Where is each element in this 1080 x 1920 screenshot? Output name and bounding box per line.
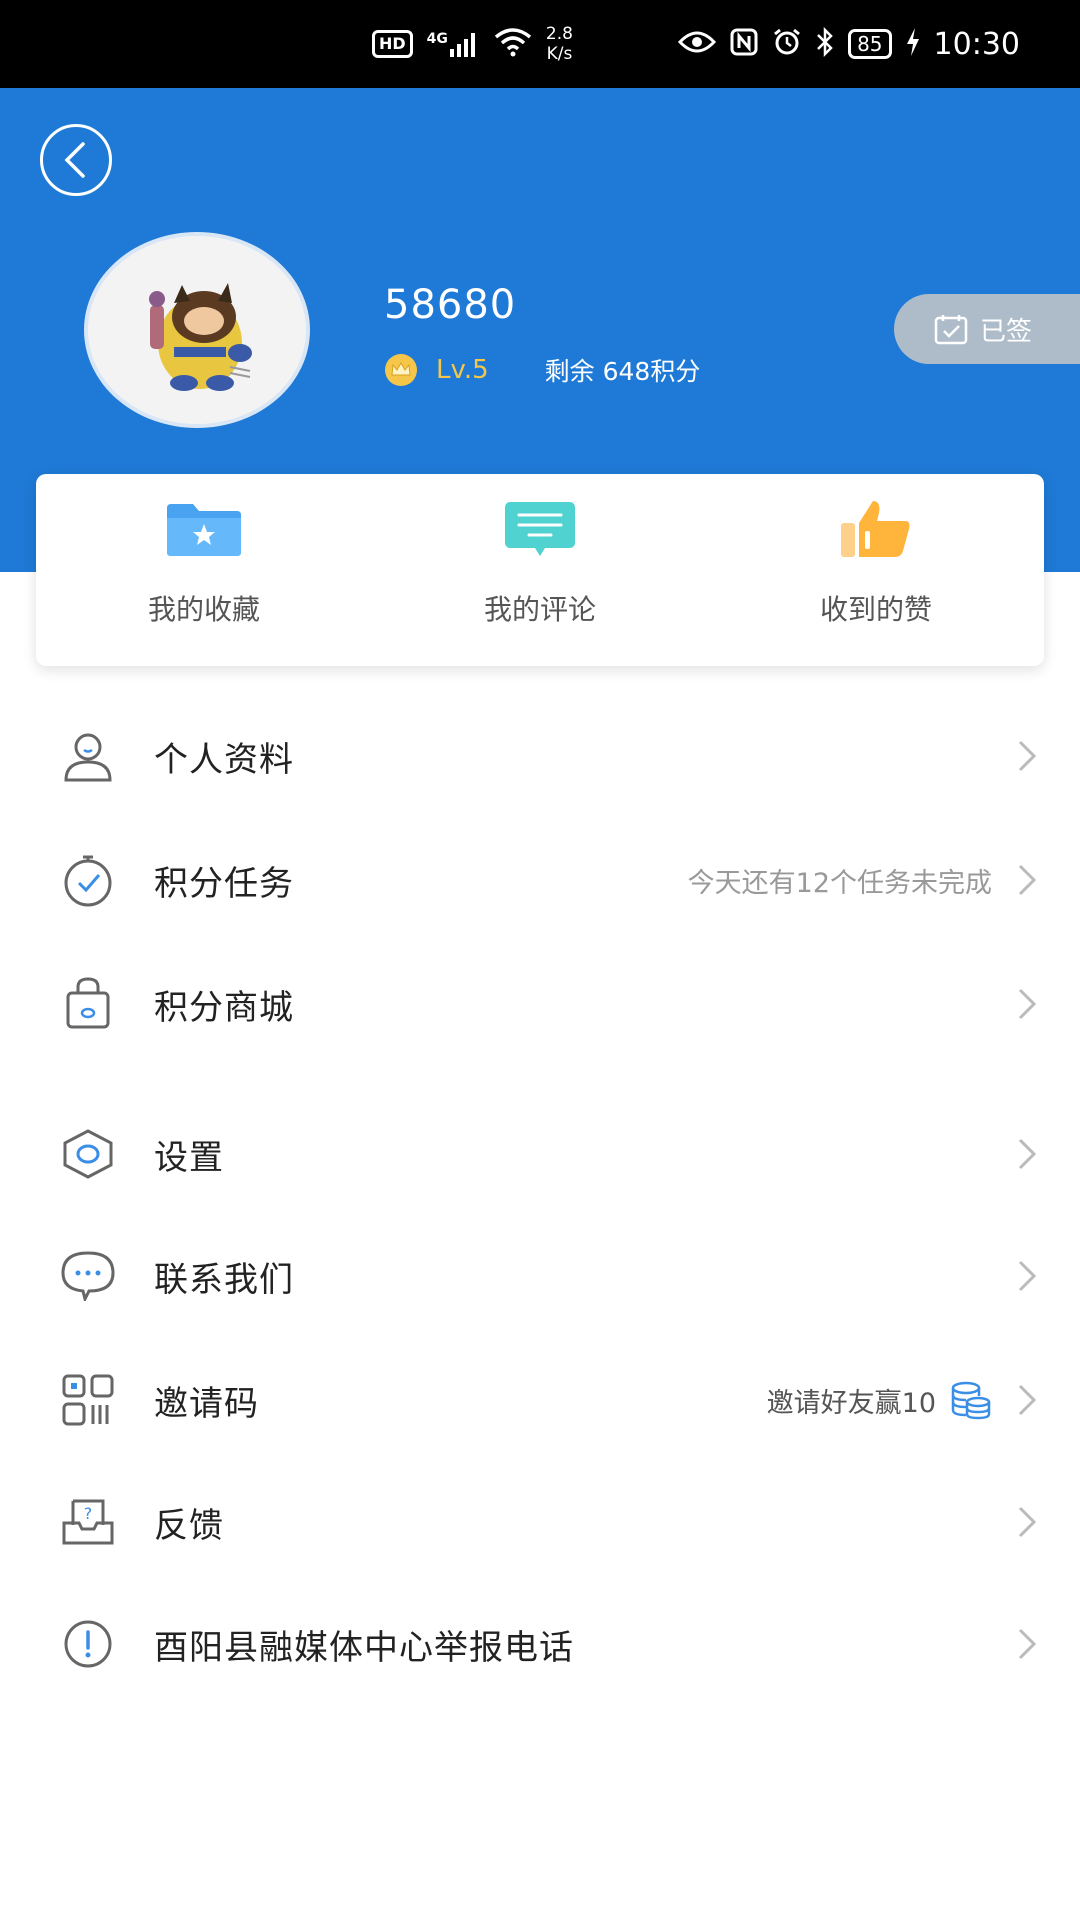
tasks-remaining-hint: 今天还有12个任务未完成 bbox=[687, 867, 992, 899]
menu-label: 酉阳县融媒体中心举报电话 bbox=[154, 1627, 574, 1668]
menu-label: 个人资料 bbox=[154, 739, 294, 780]
avatar[interactable] bbox=[84, 232, 310, 428]
invite-reward-hint: 邀请好友赢10 bbox=[767, 1380, 992, 1420]
menu-item-report-hotline[interactable]: 酉阳县融媒体中心举报电话 bbox=[0, 1582, 1080, 1706]
status-bar: HD 4G 2.8 K/s 85 10:30 bbox=[0, 0, 1080, 88]
net-speed: 2.8 K/s bbox=[546, 24, 573, 64]
battery-indicator: 85 bbox=[848, 29, 892, 59]
shopping-bag-icon bbox=[60, 976, 116, 1032]
bluetooth-icon bbox=[816, 26, 834, 61]
menu-label: 联系我们 bbox=[154, 1259, 294, 1300]
level-row: Lv.5 剩余 648积分 bbox=[384, 350, 700, 390]
quick-action-comments[interactable]: 我的评论 bbox=[372, 474, 708, 666]
menu-label: 积分任务 bbox=[154, 863, 294, 904]
feedback-icon: ? bbox=[60, 1494, 116, 1550]
menu-label: 反馈 bbox=[154, 1505, 224, 1546]
crown-icon bbox=[385, 354, 417, 386]
back-button[interactable] bbox=[40, 124, 112, 196]
avatar-image bbox=[149, 283, 252, 391]
menu-item-settings[interactable]: 设置 bbox=[0, 1092, 1080, 1216]
calendar-check-icon bbox=[934, 315, 968, 345]
chevron-right-icon bbox=[1012, 1624, 1042, 1664]
coins-icon bbox=[951, 1381, 991, 1420]
username: 58680 bbox=[384, 282, 517, 328]
menu-label: 邀请码 bbox=[154, 1383, 259, 1424]
menu-label: 设置 bbox=[154, 1137, 224, 1178]
svg-text:?: ? bbox=[84, 1504, 93, 1523]
menu-label: 积分商城 bbox=[154, 987, 294, 1028]
wifi-icon bbox=[494, 27, 532, 61]
hd-badge: HD bbox=[372, 30, 413, 58]
status-left: HD 4G 2.8 K/s bbox=[372, 20, 573, 68]
quick-action-label: 我的评论 bbox=[483, 593, 596, 626]
qr-code-icon bbox=[60, 1372, 116, 1428]
points-remaining: 剩余 648积分 bbox=[544, 357, 701, 386]
chevron-left-icon bbox=[64, 142, 85, 178]
battery-level: 85 bbox=[857, 32, 883, 56]
nfc-icon bbox=[730, 28, 758, 60]
menu-item-invite-code[interactable]: 邀请码 邀请好友赢10 bbox=[0, 1338, 1080, 1462]
chevron-right-icon bbox=[1012, 1134, 1042, 1174]
star-folder-icon bbox=[164, 498, 244, 560]
quick-action-likes[interactable]: 收到的赞 bbox=[708, 474, 1044, 666]
menu-item-points-mall[interactable]: 积分商城 bbox=[0, 942, 1080, 1066]
timer-check-icon bbox=[60, 852, 116, 908]
invite-reward-text: 邀请好友赢10 bbox=[766, 1387, 936, 1419]
menu-item-point-tasks[interactable]: 积分任务 今天还有12个任务未完成 bbox=[0, 818, 1080, 942]
level-label: Lv.5 bbox=[436, 355, 489, 385]
exclamation-icon bbox=[60, 1616, 116, 1672]
menu-item-profile[interactable]: 个人资料 bbox=[0, 694, 1080, 818]
signal-icon: 4G bbox=[427, 31, 480, 57]
check-in-button[interactable]: 已签 bbox=[894, 294, 1080, 364]
chevron-right-icon bbox=[1012, 736, 1042, 776]
thumbs-up-icon bbox=[836, 498, 916, 560]
comment-icon bbox=[500, 498, 580, 560]
network-type: 4G bbox=[426, 31, 448, 47]
quick-action-label: 收到的赞 bbox=[819, 593, 932, 626]
eye-icon bbox=[678, 30, 717, 58]
alarm-icon bbox=[772, 27, 802, 61]
charging-icon bbox=[906, 28, 920, 60]
menu-item-contact-us[interactable]: 联系我们 bbox=[0, 1214, 1080, 1338]
speed-value: 2.8 bbox=[545, 24, 573, 44]
hexagon-settings-icon bbox=[60, 1126, 116, 1182]
status-right: 85 10:30 bbox=[678, 20, 1020, 68]
chat-bubble-icon bbox=[60, 1248, 116, 1304]
user-icon bbox=[60, 728, 116, 784]
speed-unit: K/s bbox=[546, 44, 573, 64]
menu-item-feedback[interactable]: ? 反馈 bbox=[0, 1460, 1080, 1584]
chevron-right-icon bbox=[1012, 984, 1042, 1024]
chevron-right-icon bbox=[1012, 1380, 1042, 1420]
quick-action-favorites[interactable]: 我的收藏 bbox=[36, 474, 372, 666]
chevron-right-icon bbox=[1012, 1256, 1042, 1296]
quick-actions-card: 我的收藏 我的评论 收到的赞 bbox=[36, 474, 1044, 666]
check-in-label: 已签 bbox=[980, 316, 1033, 347]
quick-action-label: 我的收藏 bbox=[147, 593, 260, 626]
clock: 10:30 bbox=[933, 26, 1020, 62]
chevron-right-icon bbox=[1012, 1502, 1042, 1542]
chevron-right-icon bbox=[1012, 860, 1042, 900]
